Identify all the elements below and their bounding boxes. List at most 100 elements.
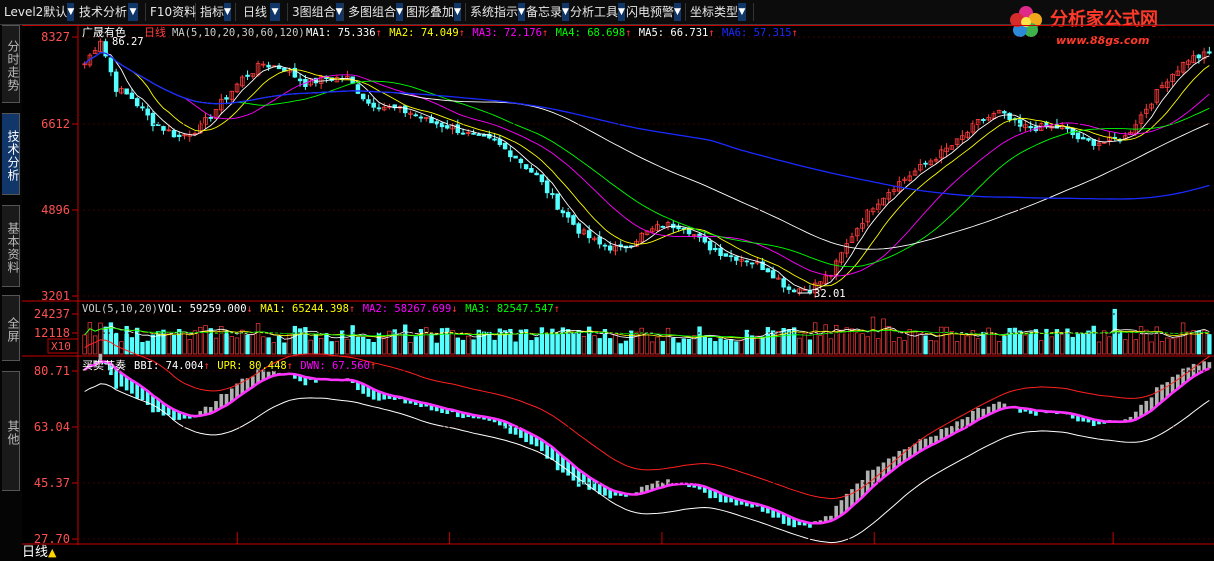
sidebar-tab-3[interactable]: 全屏 [2,295,20,361]
volume-bar [1138,326,1144,355]
volume-bar [797,337,802,355]
volume-bars [82,308,1212,355]
volume-bar [1049,336,1054,355]
candle-body [402,105,408,114]
period-label: 日线 [144,25,166,39]
candle-body [728,255,734,258]
dropdown-arrow-icon[interactable]: ▼ [224,3,231,21]
volume-bar [287,333,292,355]
toolbar-item-11[interactable]: 闪电预警 ▼ [622,3,686,21]
chart-area: 8327 6612 4896 3201 24237 12118 80.71 63.04 45.3… [22,25,1214,545]
candle-body [145,108,150,116]
candle-body [749,262,755,265]
candle-body [497,138,503,145]
volume-bar [539,327,545,355]
volume-bar [334,340,340,355]
dropdown-arrow-icon[interactable]: ▼ [270,3,280,21]
toolbar-item-label: 坐标类型 [690,5,739,19]
toolbar-item-10[interactable]: 分析工具 ▼ [566,3,625,21]
candle-body [455,124,461,134]
volume-bar [644,332,650,355]
toolbar-item-1[interactable]: 技术分析 ▼ [74,3,146,21]
dropdown-arrow-icon[interactable]: ▼ [128,3,138,21]
bbi-line [83,360,1210,525]
candle-body [266,64,271,68]
volume-bar [1107,336,1112,355]
volume-bar [171,334,177,355]
candle-body [576,223,581,234]
volume-bar [87,322,93,355]
candle-body [376,107,382,110]
volume-bar [350,325,355,355]
candle-body [734,256,739,261]
toolbar-item-3[interactable]: 指标 ▼ [196,3,236,21]
volume-bar [970,330,976,355]
toolbar-item-12[interactable]: 坐标类型 ▼ [686,3,754,21]
toolbar-item-4[interactable]: 日线 ▼ [236,3,288,21]
candle-body [602,244,608,247]
dwn-line [84,383,1210,544]
candle-body [1017,119,1023,127]
toolbar-item-2[interactable]: F10资料 [146,3,196,21]
toolbar-item-8[interactable]: 系统指示 ▼ [466,3,525,21]
toolbar-item-5[interactable]: 3图组合 ▼ [288,3,344,21]
toolbar-item-7[interactable]: 图形叠加 ▼ [402,3,466,21]
volume-bar [544,333,550,355]
toolbar-item-label: Level2默认 [4,5,68,19]
volume-bar [1180,322,1186,355]
x-tick-label: 2011/03 [80,544,131,545]
toolbar-item-0[interactable]: Level2默认 ▼ [0,3,75,21]
volume-bar [224,331,229,355]
toolbar-item-label: 系统指示 [470,5,519,19]
volume-bar [187,339,192,355]
sidebar-tab-4[interactable]: 其他 [2,371,20,491]
candle-body [539,174,545,183]
volume-bar [597,338,602,355]
dropdown-arrow-icon[interactable]: ▼ [738,3,746,21]
volume-bar [360,336,366,355]
volume-bar [765,327,771,355]
volume-bar [650,341,655,355]
volume-bar [1117,331,1123,355]
volume-bar [1123,339,1128,355]
sidebar-tab-1[interactable]: 技术分析 [2,113,20,195]
volume-bar [1175,337,1181,355]
sidebar-tab-0[interactable]: 分时走势 [2,25,20,103]
toolbar-item-9[interactable]: 备忘录 ▼ [522,3,569,21]
toolbar-item-label: 指标 [200,5,225,19]
low-annotation: 32.01 [814,288,846,300]
volume-bar [560,327,566,355]
volume-bar [855,332,860,355]
period-indicator[interactable]: 日线▲ [22,545,78,561]
dropdown-arrow-icon[interactable]: ▼ [335,3,343,21]
volume-bar [1096,341,1102,355]
volume-bar [1165,337,1170,355]
volume-bar [382,338,387,355]
candle-body [366,99,371,104]
volume-bar [802,333,807,355]
volume-bar [781,327,786,355]
ma-line-60 [84,52,1210,250]
volume-bar [213,337,219,355]
y-tick-label: 27.70 [34,532,70,545]
toolbar-item-6[interactable]: 多图组合 ▼ [344,3,403,21]
volume-bar [891,341,897,355]
candle-body [371,102,376,108]
toolbar-item-label: 技术分析 [78,5,127,19]
legend-bbi: BBI: 74.004↑ [134,360,210,372]
volume-bar [555,332,560,355]
dropdown-arrow-icon[interactable]: ▼ [454,3,461,21]
legend-ma5: MA5: 66.731↑ [639,27,715,39]
volume-bar [1017,330,1023,355]
candle-body [702,236,708,243]
volume-bar [939,326,944,355]
candle-body [597,236,602,245]
candle-body [1007,112,1012,121]
dropdown-arrow-icon[interactable]: ▼ [674,3,681,21]
candle-body [297,78,303,82]
volume-bar [371,341,376,355]
toolbar-item-label: 3图组合 [292,5,336,19]
volume-bar [996,341,1002,355]
volume-bar [928,340,934,355]
sidebar-tab-2[interactable]: 基本资料 [2,205,20,287]
